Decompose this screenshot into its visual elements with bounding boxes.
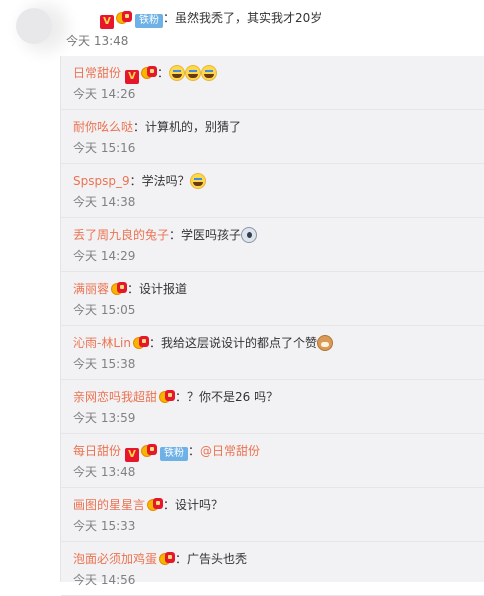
reply-line: 满丽蓉 ：设计报道 xyxy=(73,280,187,298)
separator: ： xyxy=(157,66,170,80)
reply-text: 设计报道 xyxy=(139,282,188,296)
top-comment-line: V 铁粉 ：虽然我秃了，其实我才20岁 xyxy=(96,8,322,29)
separator: ： xyxy=(127,282,140,296)
fan-badge[interactable]: 铁粉 xyxy=(135,14,163,28)
reply-username-link[interactable]: 丢了周九良的兔子 xyxy=(73,228,169,242)
verified-v-icon[interactable]: V xyxy=(125,70,140,84)
reply-item: 每日甜份 V 铁粉 ：@日常甜份今天 13:48 xyxy=(61,434,484,488)
stare-emoji-icon xyxy=(241,227,258,243)
reply-username-link[interactable]: 亲网恋吗我超甜 xyxy=(73,390,157,404)
reply-time: 今天 14:56 xyxy=(73,573,136,587)
reply-line: 耐你吆么哒：计算机的，别猜了 xyxy=(73,118,241,136)
fan-badge[interactable]: 铁粉 xyxy=(160,447,189,461)
vip-badge-icon[interactable] xyxy=(147,497,164,511)
separator: ： xyxy=(163,498,176,512)
vip-badge-icon[interactable] xyxy=(141,443,158,457)
reply-time: 今天 15:05 xyxy=(73,303,136,317)
comment-text: 虽然我秃了，其实我才20岁 xyxy=(175,11,323,25)
reply-username-link[interactable]: 满丽蓉 xyxy=(73,282,109,296)
top-comment: V 铁粉 ：虽然我秃了，其实我才20岁 今天 13:48 xyxy=(0,0,484,56)
vip-badge-icon[interactable] xyxy=(132,335,149,349)
vip-badge-icon[interactable] xyxy=(159,389,176,403)
reply-text: ？你不是26 吗？ xyxy=(187,390,279,404)
reply-list: 日常甜份 V：今天 14:26 耐你吆么哒：计算机的，别猜了 今天 15:16 Spsp… xyxy=(60,56,484,596)
vip-badge-icon[interactable] xyxy=(116,10,132,24)
separator: ： xyxy=(129,174,142,188)
reply-username-link[interactable]: Spspsp_9 xyxy=(73,174,130,188)
reply-text: 我给这层说设计的都点了个赞 xyxy=(160,336,317,350)
avatar[interactable] xyxy=(16,8,52,44)
reply-item: 耐你吆么哒：计算机的，别猜了 今天 15:16 xyxy=(61,110,484,164)
laugh-cry-emoji-icon xyxy=(201,65,218,81)
reply-username-link[interactable]: 沁雨-林Lin xyxy=(73,336,131,350)
reply-item: 沁雨-林Lin ：我给这层说设计的都点了个赞今天 15:38 xyxy=(61,326,484,380)
mention-link[interactable]: @日常甜份 xyxy=(200,444,260,458)
reply-time: 今天 15:16 xyxy=(73,141,136,155)
reply-text: 计算机的，别猜了 xyxy=(145,120,242,134)
verified-v-icon[interactable]: V xyxy=(100,15,114,29)
reply-line: 沁雨-林Lin ：我给这层说设计的都点了个赞 xyxy=(73,334,333,352)
reply-item: 满丽蓉 ：设计报道 今天 15:05 xyxy=(61,272,484,326)
reply-line: 泡面必须加鸡蛋 ：广告头也秃 xyxy=(73,550,247,568)
separator: ： xyxy=(188,444,201,458)
reply-time: 今天 14:38 xyxy=(73,195,136,209)
reply-line: 日常甜份 V ： xyxy=(73,64,218,84)
vip-badge-icon[interactable] xyxy=(159,551,176,565)
reply-username-link[interactable]: 耐你吆么哒 xyxy=(73,120,133,134)
vip-badge-icon[interactable] xyxy=(141,65,158,79)
reply-text: 学法吗？ xyxy=(141,174,190,188)
reply-text: 设计吗？ xyxy=(175,498,224,512)
separator: ： xyxy=(175,552,188,566)
reply-line: 亲网恋吗我超甜 ：？你不是26 吗？ xyxy=(73,388,278,406)
reply-text: 学医吗孩子 xyxy=(181,228,242,242)
reply-line: 每日甜份 V 铁粉 ：@日常甜份 xyxy=(73,442,260,462)
laugh-cry-emoji-icon xyxy=(189,173,206,189)
reply-line: 丢了周九良的兔子：学医吗孩子 xyxy=(73,226,258,244)
separator: ： xyxy=(133,120,146,134)
verified-v-icon[interactable]: V xyxy=(125,448,140,462)
reply-time: 今天 13:59 xyxy=(73,411,136,425)
comment-time: 今天 13:48 xyxy=(66,34,129,48)
laugh-cry-emoji-icon xyxy=(169,65,186,81)
reply-item: 丢了周九良的兔子：学医吗孩子今天 14:29 xyxy=(61,218,484,272)
separator: ： xyxy=(148,336,161,350)
reply-time: 今天 13:48 xyxy=(73,465,136,479)
reply-username-link[interactable]: 泡面必须加鸡蛋 xyxy=(73,552,157,566)
reply-username-link[interactable]: 画图的星星言 xyxy=(73,498,145,512)
doge-emoji-icon xyxy=(317,335,333,351)
laugh-cry-emoji-icon xyxy=(185,65,202,81)
separator: ： xyxy=(175,390,188,404)
separator: ： xyxy=(169,228,182,242)
reply-item: 泡面必须加鸡蛋 ：广告头也秃今天 14:56 xyxy=(61,542,484,596)
separator: ： xyxy=(163,11,176,25)
reply-time: 今天 14:26 xyxy=(73,87,136,101)
reply-line: 画图的星星言 ：设计吗？ xyxy=(73,496,223,514)
reply-time: 今天 15:38 xyxy=(73,357,136,371)
reply-text: 广告头也秃 xyxy=(187,552,248,566)
reply-item: 亲网恋吗我超甜 ：？你不是26 吗？ 今天 13:59 xyxy=(61,380,484,434)
reply-line: Spspsp_9：学法吗？ xyxy=(73,172,206,190)
reply-username-link[interactable]: 每日甜份 xyxy=(73,444,121,458)
reply-time: 今天 14:29 xyxy=(73,249,136,263)
reply-username-link[interactable]: 日常甜份 xyxy=(73,66,121,80)
reply-item: Spspsp_9：学法吗？ 今天 14:38 xyxy=(61,164,484,218)
vip-badge-icon[interactable] xyxy=(111,281,128,295)
reply-item: 日常甜份 V ： 今天 14:26 xyxy=(61,56,484,110)
reply-time: 今天 15:33 xyxy=(73,519,136,533)
reply-item: 画图的星星言 ：设计吗？ 今天 15:33 xyxy=(61,488,484,542)
